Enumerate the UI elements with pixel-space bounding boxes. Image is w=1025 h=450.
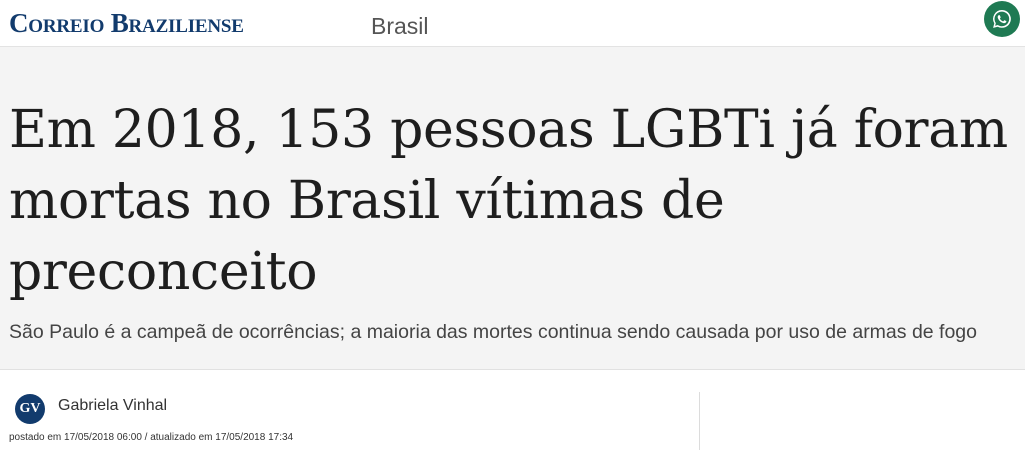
whatsapp-share-button[interactable]: [984, 1, 1020, 37]
site-logo[interactable]: Correio Braziliense: [9, 1, 244, 45]
author-avatar[interactable]: GV: [15, 394, 45, 424]
author-name-link[interactable]: Gabriela Vinhal: [58, 395, 167, 417]
whatsapp-icon: [993, 10, 1011, 28]
publish-dates: postado em 17/05/2018 06:00 / atualizado…: [9, 432, 294, 443]
author-info: GV Gabriela Vinhal postado em 17/05/2018…: [0, 370, 1025, 450]
article-header: Em 2018, 153 pessoas LGBTi já foram mort…: [0, 47, 1025, 370]
section-link-brasil[interactable]: Brasil: [371, 9, 429, 43]
article-subtitle: São Paulo é a campeã de ocorrências; a m…: [9, 321, 978, 343]
vertical-divider: [699, 392, 700, 450]
article-headline: Em 2018, 153 pessoas LGBTi já foram mort…: [9, 100, 1008, 302]
top-bar: Correio Braziliense Brasil: [0, 0, 1025, 47]
